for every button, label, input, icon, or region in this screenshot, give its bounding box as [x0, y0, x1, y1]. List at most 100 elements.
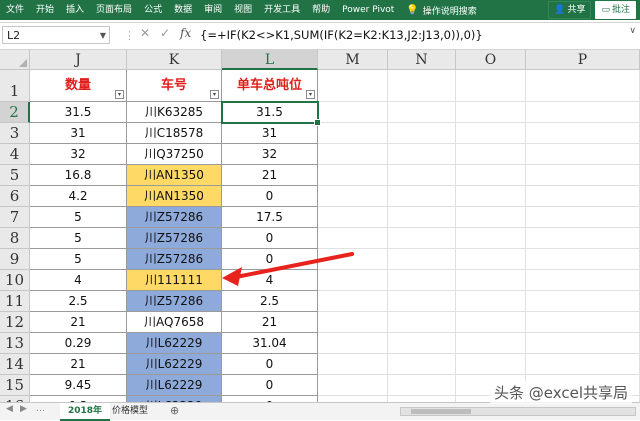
empty-cell[interactable] [318, 144, 388, 165]
empty-cell[interactable] [388, 102, 456, 123]
table-cell[interactable]: 川AQ7658 [127, 312, 222, 333]
table-cell[interactable]: 4 [222, 270, 318, 291]
table-cell[interactable]: 川AN1350 [127, 186, 222, 207]
empty-cell[interactable] [456, 186, 526, 207]
table-cell[interactable]: 川Z57286 [127, 207, 222, 228]
table-cell[interactable]: 0 [222, 249, 318, 270]
table-cell[interactable]: 31.5 [222, 102, 318, 123]
row-header[interactable]: 1 [0, 70, 30, 102]
table-cell[interactable]: 5 [30, 249, 127, 270]
column-header-l[interactable]: L [222, 50, 318, 70]
table-cell[interactable]: 0.29 [30, 333, 127, 354]
row-header[interactable]: 6 [0, 186, 30, 207]
column-header-o[interactable]: O [456, 50, 526, 70]
row-header[interactable]: 4 [0, 144, 30, 165]
table-cell[interactable]: 21 [30, 312, 127, 333]
empty-cell[interactable] [318, 291, 388, 312]
empty-cell[interactable] [526, 291, 640, 312]
table-cell[interactable]: 16.8 [30, 165, 127, 186]
worksheet-grid[interactable]: J K L M N O P 1 数量 ▾ 车号 ▾ 单车总吨位 ▾ 2 31.5 川K63285 31.5 3 31 川… [0, 50, 640, 402]
empty-cell[interactable] [318, 186, 388, 207]
row-header[interactable]: 5 [0, 165, 30, 186]
empty-cell[interactable] [318, 165, 388, 186]
table-header-cell[interactable]: 单车总吨位 ▾ [222, 70, 318, 102]
empty-cell[interactable] [526, 354, 640, 375]
empty-cell[interactable] [526, 70, 640, 102]
column-header-n[interactable]: N [388, 50, 456, 70]
table-cell[interactable]: 21 [222, 165, 318, 186]
table-cell[interactable]: 川Q37250 [127, 144, 222, 165]
empty-cell[interactable] [388, 375, 456, 396]
expand-formula-icon[interactable]: ∨ [629, 26, 636, 36]
empty-cell[interactable] [388, 70, 456, 102]
empty-cell[interactable] [388, 228, 456, 249]
filter-dropdown-icon[interactable]: ▾ [210, 90, 219, 99]
table-cell[interactable]: 川L62229 [127, 333, 222, 354]
empty-cell[interactable] [388, 249, 456, 270]
filter-dropdown-icon[interactable]: ▾ [115, 90, 124, 99]
empty-cell[interactable] [318, 312, 388, 333]
row-header[interactable]: 11 [0, 291, 30, 312]
table-cell[interactable]: 5 [30, 228, 127, 249]
empty-cell[interactable] [388, 123, 456, 144]
empty-cell[interactable] [526, 312, 640, 333]
empty-cell[interactable] [526, 144, 640, 165]
empty-cell[interactable] [456, 312, 526, 333]
table-cell[interactable]: 31.5 [30, 102, 127, 123]
row-header[interactable]: 14 [0, 354, 30, 375]
sheet-next-icon[interactable]: ▶ [20, 404, 27, 414]
row-header[interactable]: 10 [0, 270, 30, 291]
row-header[interactable]: 3 [0, 123, 30, 144]
column-header-j[interactable]: J [30, 50, 127, 70]
tab-developer[interactable]: 开发工具 [258, 0, 306, 20]
table-cell[interactable]: 0 [222, 354, 318, 375]
empty-cell[interactable] [388, 354, 456, 375]
empty-cell[interactable] [526, 270, 640, 291]
row-header[interactable]: 8 [0, 228, 30, 249]
empty-cell[interactable] [526, 102, 640, 123]
empty-cell[interactable] [388, 270, 456, 291]
table-cell[interactable]: 川Z57286 [127, 291, 222, 312]
empty-cell[interactable] [456, 70, 526, 102]
column-header-p[interactable]: P [526, 50, 640, 70]
table-cell[interactable]: 5 [30, 207, 127, 228]
empty-cell[interactable] [318, 228, 388, 249]
empty-cell[interactable] [388, 186, 456, 207]
empty-cell[interactable] [318, 207, 388, 228]
table-cell[interactable]: 31 [30, 123, 127, 144]
table-cell[interactable]: 川L62229 [127, 354, 222, 375]
table-cell[interactable]: 21 [222, 312, 318, 333]
table-header-cell[interactable]: 数量 ▾ [30, 70, 127, 102]
column-header-k[interactable]: K [127, 50, 222, 70]
empty-cell[interactable] [456, 270, 526, 291]
empty-cell[interactable] [456, 123, 526, 144]
table-cell[interactable]: 0 [222, 375, 318, 396]
empty-cell[interactable] [456, 291, 526, 312]
chevron-down-icon[interactable]: ▼ [100, 27, 106, 45]
sheet-tab-price-model[interactable]: 价格模型 [104, 403, 156, 419]
enter-check-icon[interactable]: ✓ [160, 26, 170, 40]
row-header[interactable]: 9 [0, 249, 30, 270]
row-header[interactable]: 7 [0, 207, 30, 228]
tab-view[interactable]: 视图 [228, 0, 258, 20]
empty-cell[interactable] [318, 333, 388, 354]
table-cell[interactable]: 21 [30, 354, 127, 375]
name-box[interactable]: L2 ▼ [2, 26, 110, 44]
empty-cell[interactable] [318, 354, 388, 375]
empty-cell[interactable] [456, 144, 526, 165]
tab-formulas[interactable]: 公式 [138, 0, 168, 20]
table-cell[interactable]: 川C18578 [127, 123, 222, 144]
add-sheet-icon[interactable]: ⊕ [170, 403, 179, 419]
tab-insert[interactable]: 插入 [60, 0, 90, 20]
filter-dropdown-icon[interactable]: ▾ [306, 90, 315, 99]
table-cell[interactable]: 川K63285 [127, 102, 222, 123]
tell-me-search[interactable]: 💡 操作说明搜索 [406, 4, 476, 17]
tab-data[interactable]: 数据 [168, 0, 198, 20]
tab-file[interactable]: 文件 [0, 0, 30, 20]
empty-cell[interactable] [456, 249, 526, 270]
table-cell[interactable]: 0 [222, 228, 318, 249]
empty-cell[interactable] [456, 165, 526, 186]
column-header-m[interactable]: M [318, 50, 388, 70]
empty-cell[interactable] [526, 333, 640, 354]
tab-power-pivot[interactable]: Power Pivot [336, 0, 400, 20]
